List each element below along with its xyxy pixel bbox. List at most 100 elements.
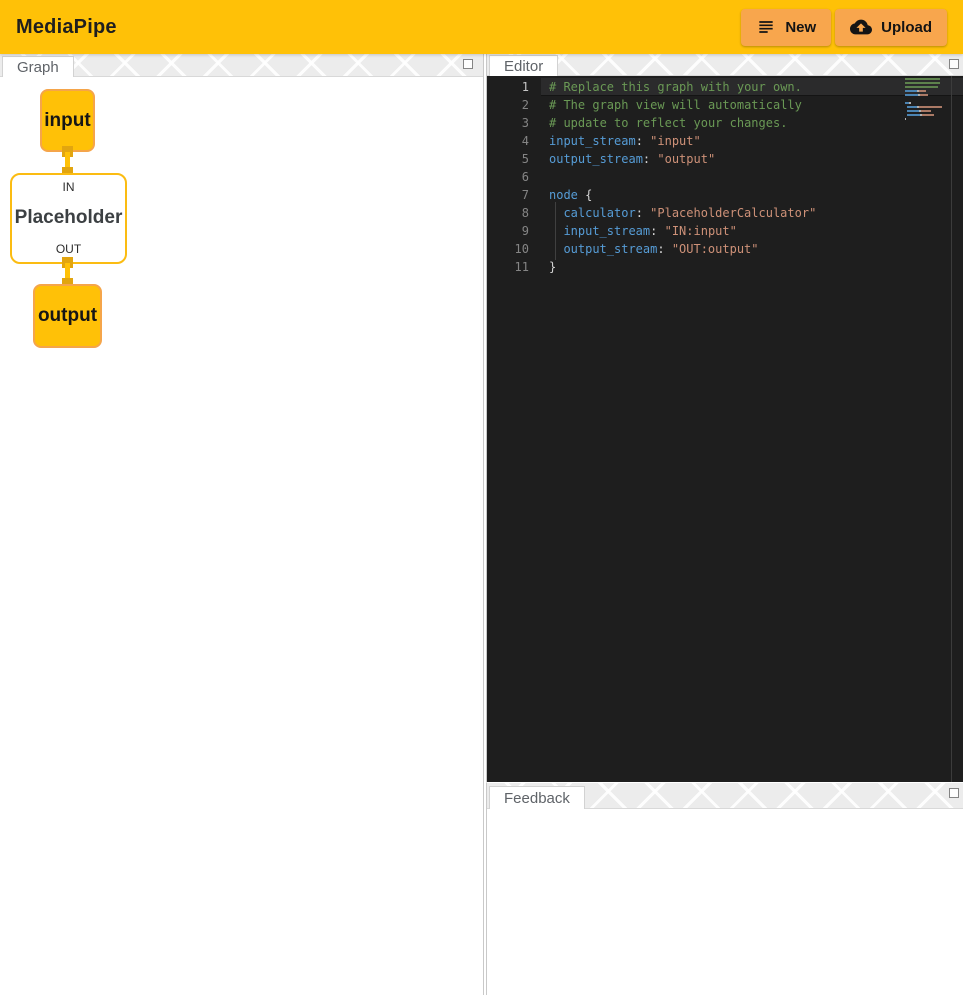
line-number: 6 [487,168,529,186]
code-text: # The graph view will automatically [549,96,802,114]
minimap-line [905,98,945,100]
graph-node-output[interactable]: output [33,284,102,348]
feedback-content [487,809,963,995]
new-button-label: New [785,19,816,36]
code-token: { [578,188,592,202]
code-token: "OUT:output" [672,242,759,256]
code-text: # Replace this graph with your own. [549,78,802,96]
code-line: 8 calculator: "PlaceholderCalculator" [487,204,963,222]
graph-maximize-icon[interactable] [463,59,473,69]
code-line: 9 input_stream: "IN:input" [487,222,963,240]
line-number: 5 [487,150,529,168]
code-text: calculator: "PlaceholderCalculator" [549,204,816,222]
code-token: "input" [650,134,701,148]
minimap-line [905,102,945,104]
code-text: # update to reflect your changes. [549,114,787,132]
code-token: : [636,134,650,148]
code-token: output_stream [549,152,643,166]
editor-maximize-icon[interactable] [949,59,959,69]
graph-node-placeholder-label: Placeholder [15,207,123,229]
upload-button-label: Upload [881,19,932,36]
editor-panel: Editor 1 # Replace this graph with your o… [486,54,963,782]
line-number: 2 [487,96,529,114]
minimap-line [905,106,945,108]
cloud-upload-icon [850,16,872,38]
graph-node-placeholder[interactable]: IN Placeholder OUT [10,173,127,264]
code-lines: 1 # Replace this graph with your own. 2 # T… [487,78,963,276]
minimap-line [905,90,945,92]
code-text: output_stream: "output" [549,150,715,168]
line-number: 1 [487,78,529,96]
code-token: input_stream [549,134,636,148]
code-token [549,204,563,222]
code-line: 3 # update to reflect your changes. [487,114,963,132]
minimap-line [905,82,945,84]
minimap-line [905,110,945,112]
feedback-maximize-icon[interactable] [949,788,959,798]
code-token: : [636,206,650,220]
tab-feedback[interactable]: Feedback [489,786,585,809]
graph-tab-bar: Graph [0,54,483,77]
feedback-tab-bar: Feedback [487,783,963,809]
minimap-line [905,86,945,88]
code-token [549,222,563,240]
code-line: 2 # The graph view will automatically [487,96,963,114]
code-editor[interactable]: 1 # Replace this graph with your own. 2 # T… [487,76,963,782]
minimap[interactable] [905,78,945,122]
minimap-line [905,114,945,116]
code-line: 6 [487,168,963,186]
line-number: 7 [487,186,529,204]
graph-panel: Graph input IN Placeholder OUT output [0,54,484,995]
code-line: 11} [487,258,963,276]
code-token: "IN:input" [665,224,737,238]
code-line: 7 node { [487,186,963,204]
code-token: # The graph view will automatically [549,98,802,112]
line-number: 4 [487,132,529,150]
code-line: 1 # Replace this graph with your own. [487,78,963,96]
header-actions: New Upload [741,9,947,46]
code-token: : [650,224,664,238]
graph-node-output-label: output [38,305,97,327]
line-number: 10 [487,240,529,258]
tab-editor[interactable]: Editor [489,55,558,76]
minimap-line [905,78,945,80]
code-token: "PlaceholderCalculator" [650,206,816,220]
app-title: MediaPipe [16,16,117,39]
code-token: output_stream [563,242,657,256]
upload-button[interactable]: Upload [835,9,947,46]
graph-node-input-label: input [44,110,90,132]
tab-graph-label: Graph [17,59,59,76]
code-token: node [549,188,578,202]
in-port-label: IN [63,180,75,194]
code-token: input_stream [563,224,650,238]
code-line: 4 input_stream: "input" [487,132,963,150]
code-text: } [549,258,556,276]
code-token: "output" [657,152,715,166]
minimap-line [905,94,945,96]
subject-icon [756,17,776,37]
code-line: 10 output_stream: "OUT:output" [487,240,963,258]
editor-tab-bar: Editor [487,54,963,76]
code-text: input_stream: "input" [549,132,701,150]
code-token: } [549,260,556,274]
code-token: # update to reflect your changes. [549,116,787,130]
graph-node-input[interactable]: input [40,89,95,152]
line-number: 9 [487,222,529,240]
line-number: 3 [487,114,529,132]
feedback-panel: Feedback [486,782,963,995]
minimap-line [905,118,945,120]
tab-graph[interactable]: Graph [2,56,74,77]
code-token: : [657,242,671,256]
code-token: calculator [563,206,635,220]
code-text: input_stream: "IN:input" [549,222,737,240]
app-header: MediaPipe New Upload [0,0,963,54]
code-line: 5 output_stream: "output" [487,150,963,168]
line-number: 11 [487,258,529,276]
code-token [549,240,563,258]
line-number: 8 [487,204,529,222]
new-button[interactable]: New [741,9,831,46]
overview-ruler [951,76,952,782]
code-token: # Replace this graph with your own. [549,80,802,94]
code-token: : [643,152,657,166]
graph-canvas[interactable]: input IN Placeholder OUT output [0,77,483,995]
